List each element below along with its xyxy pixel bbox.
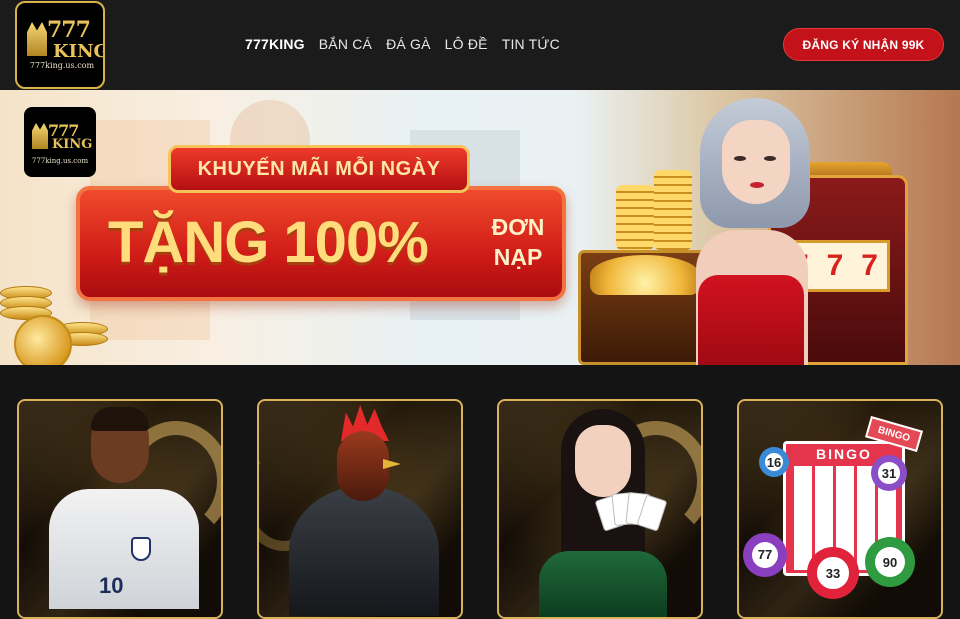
- banner-logo-brand-2: KING: [52, 137, 93, 152]
- promo-ribbon-text: KHUYẾN MÃI MỖI NGÀY: [197, 157, 441, 180]
- ball-number: 77: [751, 541, 779, 569]
- player-hair: [91, 407, 149, 431]
- logo-url: 777king.us.com: [29, 61, 95, 70]
- lottery-ball: 77: [743, 533, 787, 577]
- main-nav: 777KING BẮN CÁ ĐÁ GÀ LÔ ĐỀ TIN TỨC: [245, 36, 560, 52]
- lottery-ball: 31: [871, 455, 907, 491]
- playing-cards-icon: [594, 491, 668, 532]
- promo-banner[interactable]: 777 KING 777king.us.com TẶNG 100% ĐƠN NẠ…: [0, 90, 960, 365]
- nav-item-tin-tuc[interactable]: TIN TỨC: [502, 36, 560, 52]
- ball-number: 16: [765, 453, 783, 471]
- coin-stack: [616, 185, 654, 250]
- slot-symbol: 7: [826, 249, 844, 282]
- hostess-face: [722, 120, 790, 204]
- team-badge-icon: [131, 537, 151, 561]
- promo-main-plate: TẶNG 100% ĐƠN NẠP: [76, 186, 566, 301]
- logo-brand: 777: [47, 17, 91, 43]
- treasure-gold: [590, 255, 700, 295]
- lottery-ball: 33: [807, 547, 859, 599]
- lottery-ball: 16: [759, 447, 789, 477]
- crown-icon: [32, 123, 48, 149]
- player-number: 10: [99, 573, 124, 598]
- site-logo[interactable]: 777 KING 777king.us.com: [15, 1, 105, 89]
- promo-headline: TẶNG 100%: [108, 210, 429, 275]
- slot-symbol: 7: [861, 249, 878, 282]
- hostess-eye: [764, 156, 776, 161]
- game-card-lottery[interactable]: BINGO BINGO 16 31 77 33 90: [737, 399, 943, 619]
- ball-number: 31: [878, 462, 900, 484]
- promo-subline: ĐƠN NẠP: [491, 214, 545, 270]
- hostess-lips: [750, 182, 764, 188]
- coin-icon: [14, 315, 72, 365]
- coin-stack: [654, 170, 692, 250]
- banner-logo-url: 777king.us.com: [31, 157, 89, 165]
- hostess-eye: [734, 156, 746, 161]
- ball-number: 90: [875, 547, 905, 577]
- site-header: 777 KING 777king.us.com 777KING BẮN CÁ Đ…: [0, 0, 960, 90]
- logo-brand-2: KING: [53, 41, 105, 62]
- rooster-body: [289, 486, 439, 616]
- nav-item-lo-de[interactable]: LÔ ĐỀ: [445, 36, 488, 52]
- game-card-sports[interactable]: 10: [17, 399, 223, 619]
- lottery-ball: 90: [865, 537, 915, 587]
- nav-item-da-ga[interactable]: ĐÁ GÀ: [386, 36, 431, 52]
- register-button[interactable]: ĐĂNG KÝ NHẬN 99K: [783, 28, 944, 61]
- game-card-casino[interactable]: [497, 399, 703, 619]
- dealer-face: [575, 425, 631, 497]
- rooster-head: [337, 431, 389, 501]
- promo-ribbon: KHUYẾN MÃI MỖI NGÀY: [168, 145, 470, 193]
- ball-number: 33: [817, 557, 849, 589]
- player-shirt: [49, 489, 199, 609]
- crown-icon: [27, 22, 47, 56]
- dealer-dress: [539, 551, 667, 617]
- nav-item-777king[interactable]: 777KING: [245, 36, 305, 52]
- hostess-dress: [698, 275, 804, 365]
- game-cards: 10 BINGO BINGO 16 31 77 33 90: [17, 399, 947, 619]
- nav-item-ban-ca[interactable]: BẮN CÁ: [319, 36, 372, 52]
- banner-logo: 777 KING 777king.us.com: [24, 107, 96, 177]
- game-card-cockfight[interactable]: [257, 399, 463, 619]
